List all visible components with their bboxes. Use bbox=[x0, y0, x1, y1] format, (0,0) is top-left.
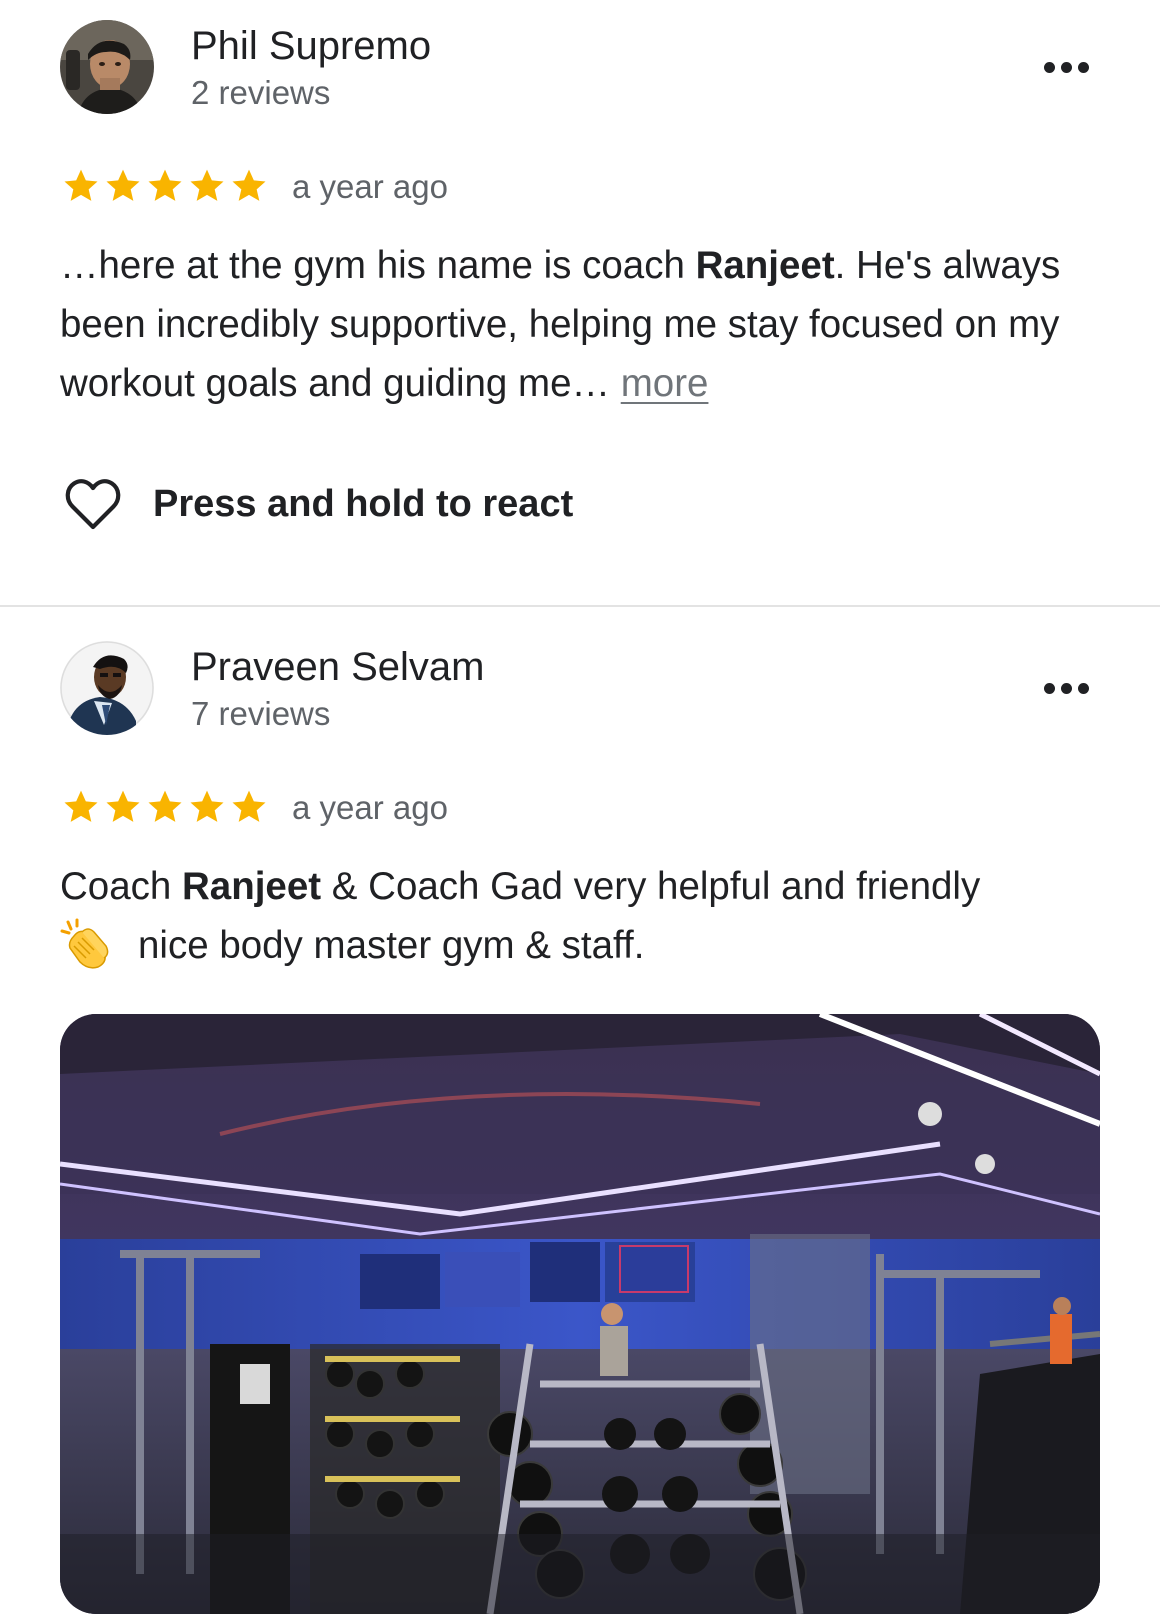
star-filled-icon bbox=[190, 169, 224, 201]
review-card: Phil Supremo 2 reviews a year ago …here … bbox=[0, 0, 1160, 606]
star-filled-icon bbox=[190, 790, 224, 822]
review-text: Coach Ranjeet & Coach Gad very helpful a… bbox=[60, 857, 1100, 975]
star-filled-icon bbox=[148, 790, 182, 822]
star-rating bbox=[61, 166, 269, 206]
star-filled-icon bbox=[106, 169, 140, 201]
review-time: a year ago bbox=[292, 168, 448, 205]
star-filled-icon bbox=[64, 169, 98, 201]
review-text-part: …here at the gym his name is coach bbox=[60, 244, 696, 287]
reviewer-review-count: 7 reviews bbox=[191, 695, 331, 732]
review-text-part: & Coach Gad very helpful and friendly bbox=[321, 865, 981, 908]
clapping-hands-icon bbox=[60, 918, 109, 969]
reviewer-name[interactable]: Phil Supremo bbox=[191, 24, 431, 69]
heart-outline-icon bbox=[65, 479, 121, 530]
star-filled-icon bbox=[232, 169, 266, 201]
star-rating bbox=[61, 787, 269, 827]
review-photo[interactable] bbox=[60, 1014, 1100, 1614]
star-filled-icon bbox=[106, 790, 140, 822]
more-options-button[interactable] bbox=[1036, 668, 1096, 708]
reviewer-name[interactable]: Praveen Selvam bbox=[191, 645, 484, 690]
reviewer-review-count: 2 reviews bbox=[191, 74, 331, 111]
more-options-button[interactable] bbox=[1036, 47, 1096, 87]
review-card: Praveen Selvam 7 reviews a year ago Coac… bbox=[0, 608, 1160, 1614]
review-text-part: Coach bbox=[60, 865, 182, 908]
star-filled-icon bbox=[232, 790, 266, 822]
react-label: Press and hold to react bbox=[153, 482, 574, 525]
gym-photo-illustration bbox=[60, 1014, 1100, 1614]
star-filled-icon bbox=[64, 790, 98, 822]
review-text-highlight: Ranjeet bbox=[182, 865, 322, 908]
review-divider bbox=[0, 605, 1160, 607]
reviewer-avatar[interactable] bbox=[60, 641, 154, 735]
react-button[interactable]: Press and hold to react bbox=[64, 474, 573, 534]
more-horizontal-icon bbox=[1043, 682, 1089, 694]
review-text-part: nice body master gym & staff. bbox=[138, 924, 645, 967]
review-text: …here at the gym his name is coach Ranje… bbox=[60, 236, 1100, 413]
reviewer-avatar[interactable] bbox=[60, 20, 154, 114]
review-text-highlight: Ranjeet bbox=[695, 244, 835, 287]
more-link[interactable]: more bbox=[621, 362, 709, 405]
star-filled-icon bbox=[148, 169, 182, 201]
more-horizontal-icon bbox=[1043, 61, 1089, 73]
review-time: a year ago bbox=[292, 789, 448, 826]
